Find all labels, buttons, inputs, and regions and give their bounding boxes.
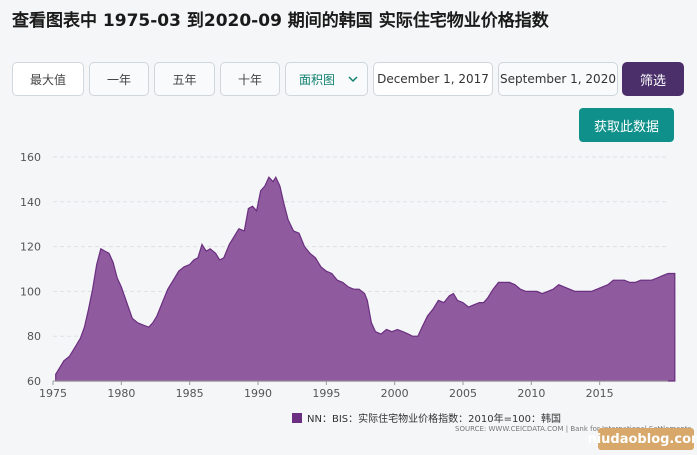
y-tick-label: 140 bbox=[20, 196, 41, 209]
x-tick-label: 2015 bbox=[586, 387, 614, 400]
legend-label: NN：BIS：实际住宅物业价格指数：2010年=100：韩国 bbox=[307, 414, 562, 425]
range-5y-button[interactable]: 五年 bbox=[154, 62, 215, 96]
end-date-input[interactable]: September 1, 2020 bbox=[498, 62, 618, 96]
x-tick-label: 1985 bbox=[176, 387, 204, 400]
y-tick-label: 120 bbox=[20, 241, 41, 254]
x-tick-label: 1990 bbox=[244, 387, 272, 400]
x-tick-label: 2000 bbox=[381, 387, 409, 400]
fetch-data-button[interactable]: 获取此数据 bbox=[579, 108, 674, 142]
range-10y-button[interactable]: 十年 bbox=[220, 62, 280, 96]
x-tick-label: 1975 bbox=[39, 387, 67, 400]
chevron-down-icon bbox=[348, 76, 358, 83]
chart-type-select[interactable]: 面积图 bbox=[285, 62, 368, 96]
y-tick-label: 80 bbox=[27, 330, 41, 343]
watermark: niudaoblog.com bbox=[587, 428, 697, 450]
range-1y-button[interactable]: 一年 bbox=[89, 62, 149, 96]
range-max-button[interactable]: 最大值 bbox=[12, 62, 84, 96]
area-series bbox=[55, 175, 676, 382]
area-chart: 60801001201401601975 1980 1985 1990 1995 2000… bbox=[20, 151, 676, 400]
chart-type-value: 面积图 bbox=[299, 72, 336, 87]
page-title: 查看图表中 1975-03 到2020-09 期间的韩国 实际住宅物业价格指数 bbox=[12, 11, 549, 31]
x-tick-label: 2010 bbox=[517, 387, 545, 400]
start-date-input[interactable]: December 1, 2017 bbox=[373, 62, 493, 96]
y-tick-label: 160 bbox=[20, 151, 41, 164]
chart-legend[interactable]: NN：BIS：实际住宅物业价格指数：2010年=100：韩国 bbox=[292, 410, 561, 425]
legend-swatch bbox=[292, 412, 302, 423]
x-tick-label: 1980 bbox=[107, 387, 135, 400]
x-tick-label: 1995 bbox=[312, 387, 340, 400]
filter-button[interactable]: 筛选 bbox=[622, 62, 684, 96]
y-tick-label: 100 bbox=[20, 285, 41, 298]
x-tick-label: 2005 bbox=[449, 387, 477, 400]
